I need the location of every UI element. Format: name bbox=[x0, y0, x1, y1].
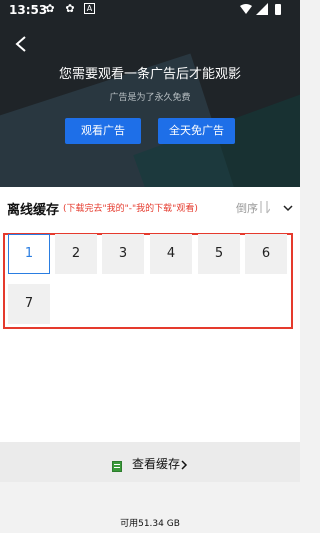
watch-ad-button[interactable]: 观看广告 bbox=[65, 118, 141, 144]
ad-sub-message: 广告是为了永久免费 bbox=[109, 93, 191, 103]
view-cache-label[interactable]: 查看缓存 bbox=[132, 455, 180, 472]
notification-icon: ✿ bbox=[65, 2, 75, 15]
reverse-order-toggle[interactable]: 倒序 bbox=[236, 200, 258, 216]
ad-message: 您需要观看一条广告后才能观影 bbox=[58, 67, 241, 82]
offline-cache-panel: 离线缓存 (下载完去"我的"-"我的下载"观看) 倒序 1 2 3 4 5 6 … bbox=[0, 187, 300, 442]
all-day-free-button[interactable]: 全天免广告 bbox=[158, 118, 235, 144]
storage-available: 可用51.34 GB bbox=[120, 519, 180, 529]
back-arrow-icon[interactable] bbox=[12, 34, 30, 54]
episode-button[interactable]: 6 bbox=[245, 234, 287, 274]
episode-button[interactable]: 2 bbox=[55, 234, 97, 274]
episode-button[interactable]: 5 bbox=[198, 234, 240, 274]
download-hint: (下载完去"我的"-"我的下载"观看) bbox=[63, 204, 198, 214]
status-bar: 13:53 ✿ ✿ A bbox=[0, 0, 300, 22]
episode-button[interactable]: 1 bbox=[8, 234, 50, 274]
episode-button[interactable]: 7 bbox=[8, 284, 50, 324]
view-cache-bar[interactable]: 查看缓存 bbox=[0, 442, 300, 482]
wifi-icon bbox=[240, 3, 252, 15]
episode-button[interactable]: 4 bbox=[150, 234, 192, 274]
notification-icon: ✿ bbox=[45, 2, 55, 15]
episode-button[interactable]: 3 bbox=[102, 234, 144, 274]
app-notification-icon: A bbox=[84, 3, 95, 14]
chevron-down-icon[interactable] bbox=[281, 200, 295, 214]
battery-icon bbox=[272, 3, 284, 15]
offline-cache-title: 离线缓存 bbox=[7, 203, 60, 218]
sort-icon[interactable] bbox=[258, 199, 271, 214]
chevron-right-icon[interactable] bbox=[180, 456, 188, 470]
video-player[interactable]: 13:53 ✿ ✿ A 您需要观看一条广告后才能观影 广告是为了永久免费 观看广… bbox=[0, 0, 300, 187]
status-time: 13:53 bbox=[9, 3, 48, 17]
signal-icon bbox=[256, 3, 268, 15]
file-icon bbox=[112, 457, 122, 472]
